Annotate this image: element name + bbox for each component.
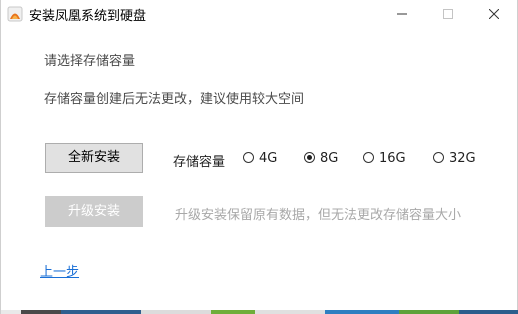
capacity-option-label: 8G (320, 151, 339, 166)
installer-window: 安装凤凰系统到硬盘 请选择存储容量 存储容量创建后无法更改，建议使用较大空间 全… (0, 0, 518, 314)
upgrade-hint-text: 升级安装保留原有数据，但无法更改存储容量大小 (175, 208, 462, 223)
radio-button[interactable] (243, 152, 254, 163)
capacity-label: 存储容量 (173, 155, 226, 170)
radio-button[interactable] (363, 152, 374, 163)
close-button[interactable] (471, 0, 517, 28)
upgrade-install-button: 升级安装 (45, 196, 143, 227)
minimize-icon (397, 13, 407, 15)
capacity-option-label: 16G (379, 151, 406, 166)
capacity-option-label: 32G (449, 151, 476, 166)
back-link[interactable]: 上一步 (40, 261, 79, 280)
window-title: 安装凤凰系统到硬盘 (29, 9, 147, 24)
radio-button-selected[interactable] (304, 152, 315, 163)
phoenix-app-icon (7, 6, 23, 22)
capacity-option-label: 4G (259, 151, 278, 166)
close-icon (489, 9, 499, 19)
maximize-button[interactable] (425, 0, 471, 28)
capacity-warning-note: 存储容量创建后无法更改，建议使用较大空间 (44, 92, 305, 107)
capacity-heading: 请选择存储容量 (44, 54, 136, 69)
radio-button[interactable] (433, 152, 444, 163)
minimize-button[interactable] (379, 0, 425, 28)
background-strip (1, 310, 518, 314)
fresh-install-button[interactable]: 全新安装 (45, 143, 143, 173)
maximize-icon (443, 9, 453, 19)
title-bar[interactable]: 安装凤凰系统到硬盘 (1, 0, 518, 28)
